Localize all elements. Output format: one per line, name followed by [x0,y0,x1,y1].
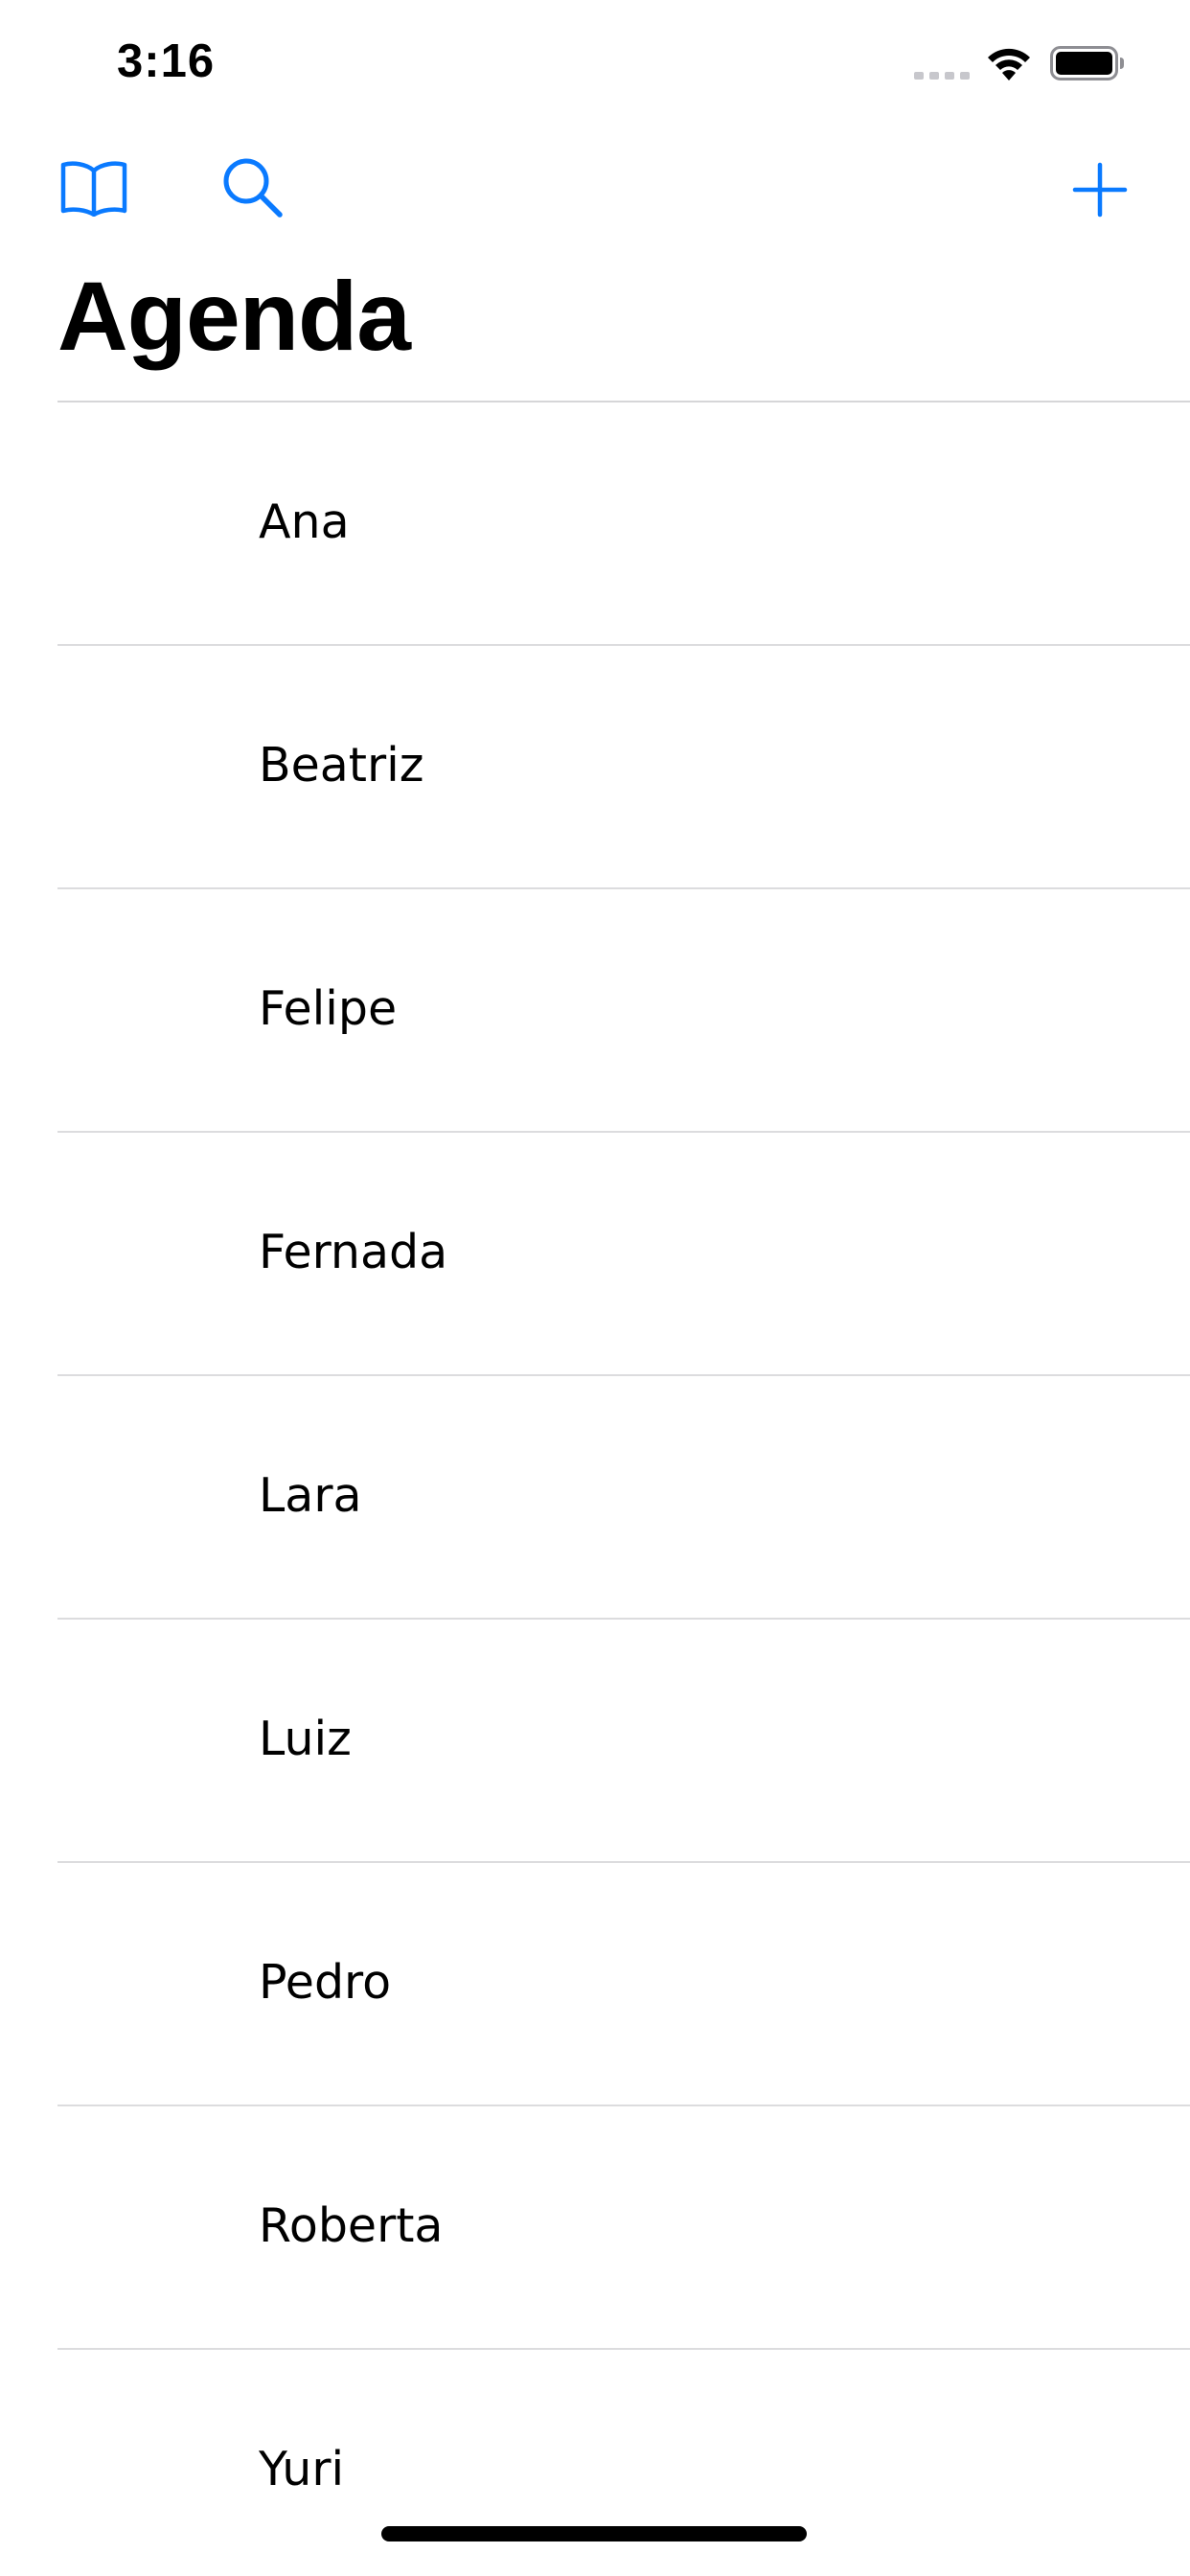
contact-name: Yuri [259,2442,345,2496]
book-icon [60,161,127,218]
list-item[interactable]: Beatriz [0,646,1190,889]
cellular-signal-icon [914,72,970,80]
list-item[interactable]: Luiz [0,1620,1190,1863]
list-item[interactable]: Felipe [0,889,1190,1133]
list-item[interactable]: Fernada [0,1133,1190,1376]
plus-icon [1072,162,1128,218]
list-item[interactable]: Lara [0,1376,1190,1620]
contact-name: Pedro [259,1955,392,2010]
list-item[interactable]: Roberta [0,2106,1190,2350]
status-bar: 3:16 [0,0,1190,126]
contact-name: Ana [259,494,350,549]
search-icon [223,158,283,218]
wifi-icon [988,48,1030,80]
battery-icon [1050,46,1124,80]
contact-name: Luiz [259,1712,352,1766]
contact-name: Lara [259,1468,362,1523]
contact-name: Fernada [259,1225,448,1279]
list-item[interactable]: Yuri [0,2350,1190,2576]
contact-name: Roberta [259,2198,444,2253]
search-button[interactable] [220,155,284,218]
page-title: Agenda [57,262,411,371]
app-screen: 3:16 Agenda Ana Beatriz Felipe Fernada L… [0,0,1190,2576]
home-indicator[interactable] [381,2526,807,2542]
list-item[interactable]: Pedro [0,1863,1190,2106]
bookmarks-button[interactable] [59,159,128,218]
contact-name: Felipe [259,981,398,1036]
add-contact-button[interactable] [1071,161,1129,218]
list-item[interactable]: Ana [0,402,1190,646]
contact-name: Beatriz [259,738,424,793]
contact-list: Ana Beatriz Felipe Fernada Lara Luiz Ped… [0,402,1190,2576]
status-time: 3:16 [117,35,216,87]
